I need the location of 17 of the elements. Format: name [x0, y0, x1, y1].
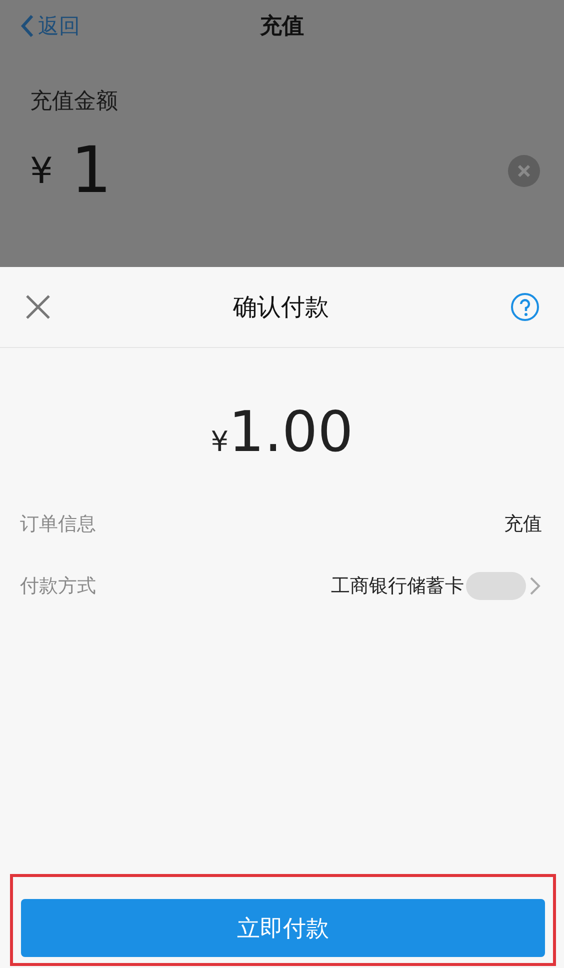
row-label: 付款方式 [20, 574, 96, 599]
close-icon[interactable] [24, 293, 52, 321]
back-link[interactable]: 返回 [20, 12, 80, 40]
payment-amount: ¥1.00 [210, 399, 354, 467]
page-title: 充值 [260, 12, 304, 41]
chevron-left-icon [20, 14, 34, 38]
amount-label: 充值金额 [29, 88, 119, 116]
help-icon[interactable] [510, 292, 540, 322]
amount-value: 1 [70, 134, 113, 208]
row-value: 充值 [504, 512, 542, 537]
pay-now-button[interactable]: 立即付款 [21, 899, 545, 957]
sheet-title: 确认付款 [233, 292, 329, 323]
row-label: 订单信息 [20, 512, 96, 537]
currency-symbol: ¥ [30, 150, 53, 192]
chevron-right-icon[interactable] [528, 575, 542, 597]
row-value: 工商银行储蓄卡 [331, 574, 464, 599]
clear-icon[interactable] [508, 155, 540, 187]
